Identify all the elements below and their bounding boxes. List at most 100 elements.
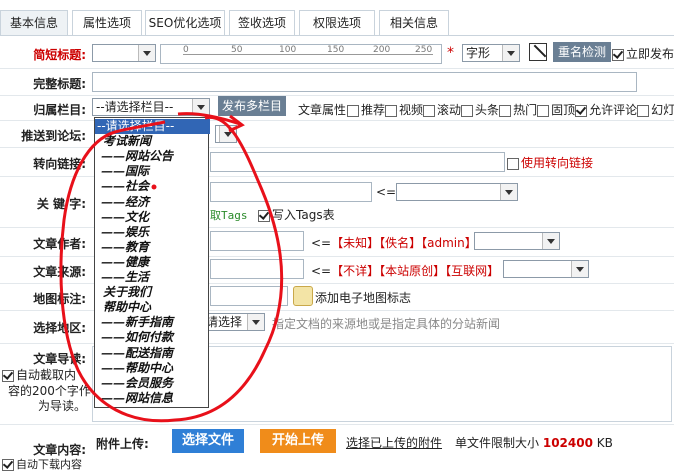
dropdown-option-label: 国际 bbox=[125, 164, 150, 179]
author-input[interactable] bbox=[210, 231, 304, 251]
font-style-select[interactable]: 字形 bbox=[462, 44, 520, 62]
attr-recommend-checkbox[interactable]: 推荐 bbox=[347, 103, 385, 117]
get-tags-link[interactable]: 取Tags bbox=[210, 207, 248, 223]
attr-label: 视频 bbox=[399, 103, 424, 117]
source-quick-links: <=【不详】【本站原创】【互联网】 bbox=[311, 262, 499, 279]
start-upload-button[interactable]: 开始上传 bbox=[260, 429, 336, 453]
indent-dash: —— bbox=[101, 149, 125, 164]
dropdown-option[interactable]: --请选择栏目-- bbox=[95, 119, 210, 134]
tab-basic[interactable]: 基本信息 bbox=[0, 10, 68, 35]
chevron-down-icon bbox=[247, 314, 264, 330]
article-attr-label: 文章属性 bbox=[298, 103, 347, 117]
dropdown-option[interactable]: ——帮助中心 bbox=[95, 361, 214, 376]
attach-label: 附件上传: bbox=[96, 437, 149, 451]
dropdown-option[interactable]: ——国际 bbox=[95, 164, 214, 179]
dropdown-option[interactable]: ——如何付款 bbox=[95, 330, 214, 345]
redirect-url-input[interactable] bbox=[210, 152, 505, 172]
dropdown-option[interactable]: ——配送指南 bbox=[95, 346, 214, 361]
author-option[interactable]: 【admin】 bbox=[421, 236, 477, 250]
tab-signoff[interactable]: 签收选项 bbox=[229, 10, 295, 35]
attr-pinned-checkbox[interactable]: 固顶 bbox=[537, 103, 575, 117]
attr-comments-checkbox[interactable]: 允许评论 bbox=[575, 103, 637, 117]
ruler-tick: 50 bbox=[231, 45, 243, 55]
redirect-label: 转向链接: bbox=[33, 157, 86, 171]
forum-select[interactable] bbox=[215, 125, 237, 143]
dropdown-option[interactable]: ——文化 bbox=[95, 210, 214, 225]
attr-hot-checkbox[interactable]: 热门 bbox=[499, 103, 537, 117]
ruler-tick: 150 bbox=[327, 45, 345, 55]
write-tags-checkbox[interactable]: 写入Tags表 bbox=[258, 206, 335, 223]
keywords-select[interactable] bbox=[396, 183, 518, 201]
source-select[interactable] bbox=[503, 260, 589, 278]
dropdown-option[interactable]: ——教育 bbox=[95, 240, 214, 255]
row-full-title: 完整标题: bbox=[0, 69, 674, 96]
summary-label-cell: 文章导读: 自动截取内 容的200个字作 为导读。 bbox=[0, 344, 91, 424]
dropdown-option[interactable]: ——网站信息 bbox=[95, 391, 214, 406]
column-select[interactable]: --请选择栏目-- bbox=[92, 98, 210, 116]
dropdown-option[interactable]: ——网站公告 bbox=[95, 149, 214, 164]
full-title-input[interactable] bbox=[92, 72, 637, 92]
indent-dash: —— bbox=[101, 360, 125, 375]
dropdown-option-label: 网站信息 bbox=[125, 390, 174, 405]
dropdown-option[interactable]: ——会员服务 bbox=[95, 376, 214, 391]
dropdown-option-label: 社会 bbox=[125, 179, 150, 194]
tab-attributes[interactable]: 属性选项 bbox=[72, 10, 142, 35]
author-option[interactable]: 【未知】 bbox=[331, 236, 379, 250]
column-dropdown-list[interactable]: --请选择栏目-- 考试新闻 ——网站公告 ——国际 ——社会 ——经济 ——文化 ——娱乐 —… bbox=[94, 117, 210, 408]
multi-column-button[interactable]: 发布多栏目 bbox=[218, 96, 286, 116]
chevron-down-icon bbox=[500, 184, 517, 200]
auto-download-checkbox[interactable]: 自动下载内容 bbox=[2, 456, 82, 472]
tab-bar: 基本信息 属性选项 SEO优化选项 签收选项 权限选项 相关信息 bbox=[0, 0, 674, 36]
map-coords-input[interactable] bbox=[210, 286, 288, 306]
region-label: 选择地区: bbox=[33, 321, 86, 335]
upload-limit: 单文件限制大小 102400 KB bbox=[455, 434, 613, 451]
indent-dash: —— bbox=[101, 270, 125, 284]
attr-slideshow-checkbox[interactable]: 幻灯 bbox=[637, 103, 674, 117]
region-hint: 指定文档的来源地或是指定具体的分站新闻 bbox=[272, 317, 501, 331]
choose-file-button[interactable]: 选择文件 bbox=[172, 429, 244, 453]
author-option[interactable]: 【佚名】 bbox=[379, 236, 421, 250]
source-option[interactable]: 【互联网】 bbox=[445, 264, 499, 278]
dropdown-option[interactable]: 关于我们 bbox=[95, 285, 216, 300]
author-select[interactable] bbox=[474, 232, 560, 250]
chevron-down-icon bbox=[502, 45, 519, 61]
source-option[interactable]: 【本站原创】 bbox=[379, 264, 445, 278]
attr-video-checkbox[interactable]: 视频 bbox=[385, 103, 423, 117]
dropdown-option[interactable]: ——新手指南 bbox=[95, 315, 214, 330]
dropdown-option[interactable]: ——经济 bbox=[95, 195, 214, 210]
source-option[interactable]: 【不详】 bbox=[331, 264, 379, 278]
attr-scroll-checkbox[interactable]: 滚动 bbox=[423, 103, 461, 117]
indent-dash: —— bbox=[101, 239, 125, 254]
dropdown-option[interactable]: 帮助中心 bbox=[95, 300, 216, 315]
dropdown-option-label: 经济 bbox=[125, 194, 150, 209]
dropdown-option[interactable]: ——健康 bbox=[95, 255, 214, 270]
dropdown-option[interactable]: 考试新闻 bbox=[95, 134, 216, 149]
dropdown-option-label: 新手指南 bbox=[125, 315, 174, 330]
dropdown-option[interactable]: ——娱乐 bbox=[95, 225, 214, 240]
chevron-down-icon bbox=[571, 261, 588, 277]
map-marker-icon[interactable] bbox=[293, 286, 313, 306]
author-label: 文章作者: bbox=[33, 237, 86, 251]
source-label: 文章来源: bbox=[33, 265, 86, 279]
keywords-input[interactable] bbox=[210, 182, 372, 202]
full-title-label: 完整标题: bbox=[33, 77, 86, 91]
attr-headline-checkbox[interactable]: 头条 bbox=[461, 103, 499, 117]
short-title-select[interactable] bbox=[92, 44, 156, 62]
tab-permissions[interactable]: 权限选项 bbox=[299, 10, 375, 35]
dropdown-option[interactable]: ——社会 bbox=[95, 179, 214, 194]
chevron-down-icon bbox=[219, 126, 236, 142]
source-input[interactable] bbox=[210, 259, 304, 279]
attr-label: 固顶 bbox=[551, 103, 576, 117]
add-map-marker-link[interactable]: 添加电子地图标志 bbox=[315, 289, 411, 306]
use-redirect-checkbox[interactable]: 使用转向链接 bbox=[507, 154, 593, 171]
publish-now-checkbox[interactable]: 立即发布 bbox=[612, 45, 674, 62]
duplicate-check-button[interactable]: 重名检测 bbox=[553, 42, 611, 62]
color-picker-icon[interactable] bbox=[529, 43, 547, 61]
publish-now-label: 立即发布 bbox=[626, 47, 674, 61]
tab-related[interactable]: 相关信息 bbox=[379, 10, 449, 35]
upload-limit-unit: KB bbox=[596, 436, 613, 450]
tab-seo[interactable]: SEO优化选项 bbox=[145, 10, 225, 35]
dropdown-option[interactable]: ——生活 bbox=[95, 270, 214, 285]
uploaded-attachments-link[interactable]: 选择已上传的附件 bbox=[346, 434, 442, 451]
auto-summary-checkbox[interactable]: 自动截取内 bbox=[2, 366, 76, 383]
